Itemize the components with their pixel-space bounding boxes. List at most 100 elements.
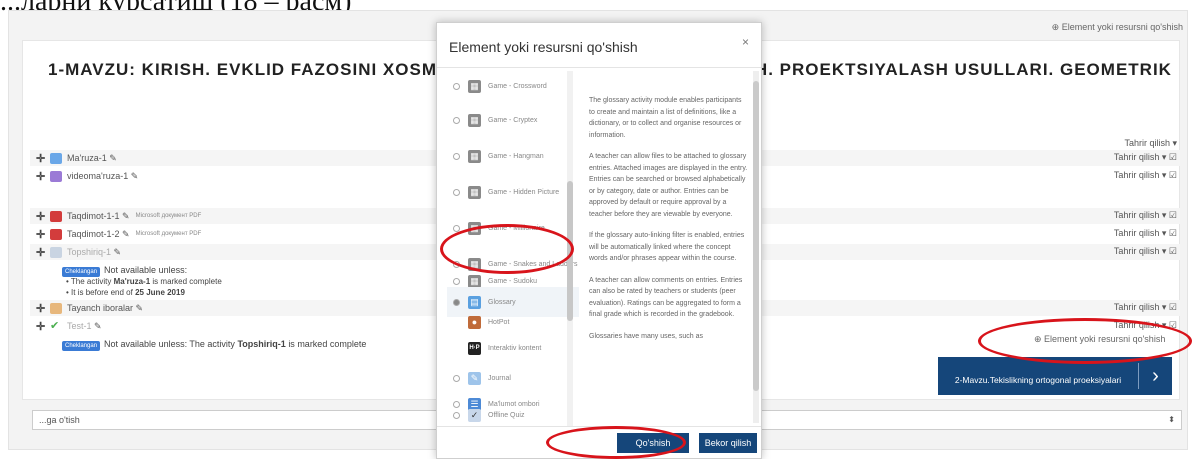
move-icon[interactable]: ✛ [36, 320, 50, 333]
activity-link[interactable]: Taqdimot-1-1 [67, 211, 120, 221]
activity-row: ✛ Tayanch iboralar ✎ [36, 300, 143, 316]
game-icon: ▦ [468, 185, 481, 199]
edit-pencil-icon[interactable]: ✎ [128, 171, 139, 182]
divider [437, 67, 761, 68]
option-game-sudoku[interactable]: ▦ Game - Sudoku [447, 275, 579, 287]
move-icon[interactable]: ✛ [36, 152, 50, 165]
option-glossary[interactable]: ▤ Glossary [447, 287, 579, 317]
add-activity-dialog: Element yoki resursni qo'shish × ▦ Game -… [436, 22, 762, 459]
video-icon [50, 170, 62, 182]
pdf-icon [50, 228, 62, 240]
jump-to-value: ...ga o'tish [39, 415, 80, 425]
file-type: Microsoft документ PDF [135, 213, 202, 219]
restriction-bullet: • It is before end of 25 June 2019 [66, 288, 185, 297]
cancel-button[interactable]: Bekor qilish [699, 433, 757, 453]
game-icon: ▦ [468, 149, 481, 163]
description-paragraph: The glossary activity module enables par… [589, 97, 742, 139]
radio-button[interactable] [453, 411, 460, 419]
option-hotpot[interactable]: ● HotPot [447, 315, 579, 329]
move-icon[interactable]: ✛ [36, 228, 50, 241]
page-icon [50, 152, 62, 164]
h5p-icon: H·P [468, 341, 481, 355]
chevron-right-icon: › [1138, 363, 1172, 389]
edit-menu[interactable]: Tahrir qilish ▾ ☑ [1114, 210, 1177, 221]
radio-button[interactable] [453, 224, 460, 232]
radio-button[interactable] [453, 260, 460, 268]
description-paragraph: Glossaries have many uses, such as [589, 332, 703, 340]
move-icon[interactable]: ✛ [36, 170, 50, 183]
next-section-button[interactable]: 2-Mavzu.Tekislikning ortogonal proeksiya… [938, 357, 1172, 395]
move-icon[interactable]: ✛ [36, 302, 50, 315]
activity-link[interactable]: Tayanch iboralar [67, 303, 133, 313]
edit-pencil-icon[interactable]: ✎ [120, 229, 130, 240]
description-paragraph: If the glossary auto-linking filter is e… [589, 232, 745, 262]
activity-link[interactable]: videoma'ruza-1 [67, 171, 128, 181]
activity-row: ✛ Taqdimot-1-1 ✎ Microsoft документ PDF [36, 208, 201, 224]
option-game-hangman[interactable]: ▦ Game - Hangman [447, 141, 579, 171]
game-icon: ▦ [468, 79, 481, 93]
add-button[interactable]: Qo'shish [617, 433, 689, 453]
option-game-crossword[interactable]: ▦ Game - Crossword [447, 71, 579, 101]
activity-row: ✛ videoma'ruza-1 ✎ [36, 168, 138, 184]
activity-row: ✛ Ma'ruza-1 ✎ [36, 150, 117, 166]
hotpot-icon: ● [468, 315, 481, 329]
option-list-scroll-thumb[interactable] [567, 181, 573, 321]
add-activity-link-bottom[interactable]: ⊕ Element yoki resursni qo'shish [1034, 334, 1165, 345]
activity-row: ✛ Topshiriq-1 ✎ [36, 244, 121, 260]
description-scroll-thumb[interactable] [753, 81, 759, 391]
edit-pencil-icon[interactable]: ✎ [111, 247, 122, 258]
restricted-badge: Cheklangan [62, 267, 101, 277]
activity-link[interactable]: Topshiriq-1 [67, 247, 111, 257]
add-activity-link-top[interactable]: ⊕ Element yoki resursni qo'shish [1052, 22, 1183, 33]
option-description: The glossary activity module enables par… [589, 71, 749, 423]
edit-menu[interactable]: Tahrir qilish ▾ ☑ [1114, 320, 1177, 331]
option-game-hidden-picture[interactable]: ▦ Game - Hidden Picture [447, 177, 579, 207]
option-offline-quiz[interactable]: ✓ Offline Quiz [447, 407, 579, 423]
edit-pencil-icon[interactable]: ✎ [120, 211, 130, 222]
edit-menu[interactable]: Tahrir qilish ▾ ☑ [1114, 152, 1177, 163]
next-section-label: 2-Mavzu.Tekislikning ortogonal proeksiya… [954, 375, 1122, 385]
add-activity-label: Element yoki resursni qo'shish [1061, 22, 1183, 32]
edit-menu[interactable]: Tahrir qilish ▾ ☑ [1114, 228, 1177, 239]
edit-menu[interactable]: Tahrir qilish ▾ ☑ [1114, 170, 1177, 181]
activity-link[interactable]: Taqdimot-1-2 [67, 229, 120, 239]
pdf-icon [50, 210, 62, 222]
restriction-note: Cheklangan Not available unless: The acti… [62, 339, 366, 351]
radio-button[interactable] [453, 116, 460, 124]
move-icon[interactable]: ✛ [36, 246, 50, 259]
game-icon: ▦ [468, 257, 481, 271]
radio-button[interactable] [453, 277, 460, 285]
journal-icon: ✎ [468, 371, 481, 385]
description-paragraph: A teacher can allow files to be attached… [589, 153, 748, 218]
divider [437, 426, 761, 427]
move-icon[interactable]: ✛ [36, 210, 50, 223]
dialog-title: Element yoki resursni qo'shish [449, 39, 638, 55]
activity-link[interactable]: Ma'ruza-1 [67, 153, 107, 163]
edit-pencil-icon[interactable]: ✎ [92, 321, 102, 332]
restriction-note: Cheklangan Not available unless: [62, 265, 187, 277]
game-icon: ▦ [468, 221, 481, 235]
glossary-icon: ▤ [468, 295, 481, 309]
file-type: Microsoft документ PDF [135, 231, 202, 237]
edit-menu[interactable]: Tahrir qilish ▾ ☑ [1114, 246, 1177, 257]
option-game-millionaire[interactable]: ▦ Game - Millionaire [447, 213, 579, 243]
close-icon[interactable]: × [742, 35, 749, 49]
radio-button[interactable] [453, 152, 460, 160]
radio-button-selected[interactable] [453, 298, 460, 306]
radio-button[interactable] [453, 374, 460, 382]
radio-button[interactable] [453, 82, 460, 90]
game-icon: ▦ [468, 113, 481, 127]
edit-pencil-icon[interactable]: ✎ [107, 153, 117, 164]
chevron-down-icon: ⬍ [1168, 415, 1175, 424]
radio-button[interactable] [453, 188, 460, 196]
activity-option-list[interactable]: ▦ Game - Crossword ▦ Game - Cryptex ▦ Game … [447, 71, 579, 423]
activity-link[interactable]: Test-1 [67, 321, 92, 331]
edit-pencil-icon[interactable]: ✎ [133, 303, 144, 314]
option-interactive-content[interactable]: H·P Interaktiv kontent [447, 333, 579, 363]
section-edit-menu[interactable]: Tahrir qilish ▾ [1124, 138, 1177, 149]
quiz-icon: ✓ [468, 408, 481, 422]
restricted-badge: Cheklangan [62, 341, 101, 351]
game-icon: ▦ [468, 275, 481, 287]
option-game-cryptex[interactable]: ▦ Game - Cryptex [447, 105, 579, 135]
edit-menu[interactable]: Tahrir qilish ▾ ☑ [1114, 302, 1177, 313]
